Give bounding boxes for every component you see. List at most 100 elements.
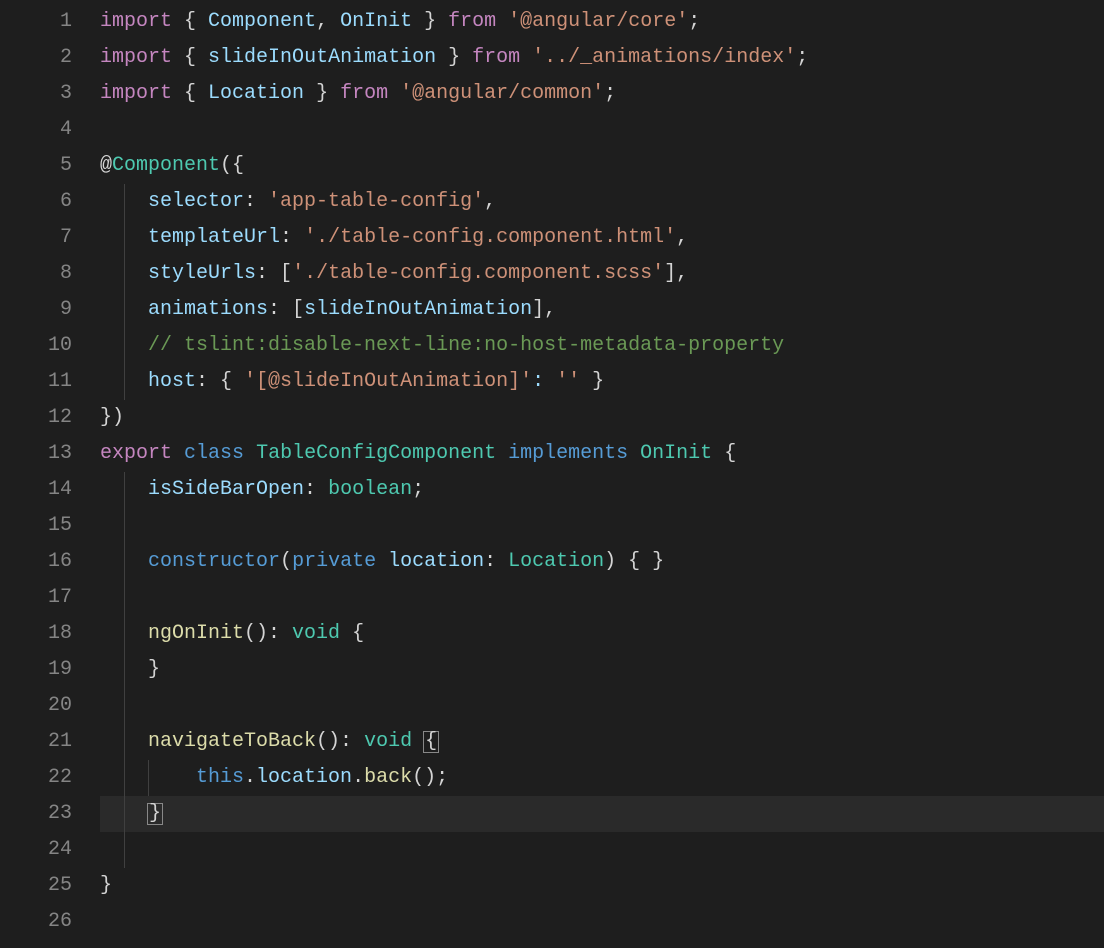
- comment: // tslint:disable-next-line:no-host-meta…: [148, 334, 784, 357]
- keyword-from: from: [340, 82, 388, 105]
- code-line[interactable]: [100, 832, 1104, 868]
- code-line[interactable]: [100, 580, 1104, 616]
- line-number-gutter: 1 2 3 4 5 6 7 8 9 10 11 12 13 14 15 16 1…: [0, 4, 100, 948]
- code-line[interactable]: [100, 508, 1104, 544]
- line-number: 16: [0, 544, 72, 580]
- identifier: slideInOutAnimation: [304, 298, 532, 321]
- keyword-this: this: [196, 766, 244, 789]
- keyword-from: from: [448, 10, 496, 33]
- string-literal: '@angular/core': [508, 10, 688, 33]
- property: animations: [148, 298, 268, 321]
- line-number: 1: [0, 4, 72, 40]
- interface-name: OnInit: [640, 442, 712, 465]
- class-name: TableConfigComponent: [256, 442, 496, 465]
- keyword-export: export: [100, 442, 172, 465]
- identifier: slideInOutAnimation: [208, 46, 436, 69]
- decorator-at: @: [100, 154, 112, 177]
- string-literal: '@angular/common': [400, 82, 604, 105]
- code-editor[interactable]: 1 2 3 4 5 6 7 8 9 10 11 12 13 14 15 16 1…: [0, 0, 1104, 948]
- code-line[interactable]: selector: 'app-table-config',: [100, 184, 1104, 220]
- keyword-import: import: [100, 10, 172, 33]
- string-literal: '': [556, 370, 580, 393]
- code-line[interactable]: host: { '[@slideInOutAnimation]': '' }: [100, 364, 1104, 400]
- code-line[interactable]: navigateToBack(): void {: [100, 724, 1104, 760]
- property: location: [256, 766, 352, 789]
- type: void: [364, 730, 412, 753]
- code-line[interactable]: constructor(private location: Location) …: [100, 544, 1104, 580]
- type: Location: [508, 550, 604, 573]
- property: isSideBarOpen: [148, 478, 304, 501]
- code-line[interactable]: animations: [slideInOutAnimation],: [100, 292, 1104, 328]
- code-line-active[interactable]: }: [100, 796, 1104, 832]
- line-number: 6: [0, 184, 72, 220]
- keyword-private: private: [292, 550, 376, 573]
- line-number: 15: [0, 508, 72, 544]
- code-line[interactable]: }: [100, 652, 1104, 688]
- code-line[interactable]: // tslint:disable-next-line:no-host-meta…: [100, 328, 1104, 364]
- line-number: 14: [0, 472, 72, 508]
- line-number: 23: [0, 796, 72, 832]
- bracket-match-open: {: [423, 731, 439, 753]
- code-line[interactable]: }: [100, 868, 1104, 904]
- code-line[interactable]: import { Component, OnInit } from '@angu…: [100, 4, 1104, 40]
- code-line[interactable]: import { Location } from '@angular/commo…: [100, 76, 1104, 112]
- identifier: OnInit: [340, 10, 412, 33]
- type: void: [292, 622, 340, 645]
- line-number: 7: [0, 220, 72, 256]
- line-number: 21: [0, 724, 72, 760]
- code-line[interactable]: isSideBarOpen: boolean;: [100, 472, 1104, 508]
- line-number: 26: [0, 904, 72, 940]
- code-line[interactable]: templateUrl: './table-config.component.h…: [100, 220, 1104, 256]
- code-line[interactable]: export class TableConfigComponent implem…: [100, 436, 1104, 472]
- keyword-import: import: [100, 82, 172, 105]
- decorator-name: Component: [112, 154, 220, 177]
- type: boolean: [328, 478, 412, 501]
- string-literal: '../_animations/index': [532, 46, 796, 69]
- line-number: 19: [0, 652, 72, 688]
- code-line[interactable]: import { slideInOutAnimation } from '../…: [100, 40, 1104, 76]
- line-number: 25: [0, 868, 72, 904]
- line-number: 13: [0, 436, 72, 472]
- code-line[interactable]: [100, 112, 1104, 148]
- string-literal: 'app-table-config': [268, 190, 484, 213]
- line-number: 5: [0, 148, 72, 184]
- code-line[interactable]: }): [100, 400, 1104, 436]
- code-line[interactable]: [100, 904, 1104, 940]
- line-number: 18: [0, 616, 72, 652]
- string-literal: './table-config.component.scss': [292, 262, 664, 285]
- keyword-class: class: [184, 442, 244, 465]
- identifier: Location: [208, 82, 304, 105]
- code-line[interactable]: this.location.back();: [100, 760, 1104, 796]
- code-line[interactable]: [100, 688, 1104, 724]
- keyword-implements: implements: [508, 442, 628, 465]
- method-name: ngOnInit: [148, 622, 244, 645]
- line-number: 17: [0, 580, 72, 616]
- line-number: 8: [0, 256, 72, 292]
- code-content[interactable]: import { Component, OnInit } from '@angu…: [100, 4, 1104, 948]
- code-line[interactable]: ngOnInit(): void {: [100, 616, 1104, 652]
- identifier: Component: [208, 10, 316, 33]
- line-number: 11: [0, 364, 72, 400]
- line-number: 24: [0, 832, 72, 868]
- line-number: 20: [0, 688, 72, 724]
- line-number: 10: [0, 328, 72, 364]
- code-line[interactable]: styleUrls: ['./table-config.component.sc…: [100, 256, 1104, 292]
- line-number: 22: [0, 760, 72, 796]
- parameter: location: [388, 550, 484, 573]
- property: templateUrl: [148, 226, 280, 249]
- string-literal: './table-config.component.html': [304, 226, 676, 249]
- method-call: back: [364, 766, 412, 789]
- keyword-import: import: [100, 46, 172, 69]
- keyword-constructor: constructor: [148, 550, 280, 573]
- string-literal: '[@slideInOutAnimation]': [244, 370, 532, 393]
- line-number: 4: [0, 112, 72, 148]
- line-number: 3: [0, 76, 72, 112]
- property: host: [148, 370, 196, 393]
- code-line[interactable]: @Component({: [100, 148, 1104, 184]
- method-name: navigateToBack: [148, 730, 316, 753]
- property: styleUrls: [148, 262, 256, 285]
- line-number: 2: [0, 40, 72, 76]
- keyword-from: from: [472, 46, 520, 69]
- line-number: 12: [0, 400, 72, 436]
- property: selector: [148, 190, 244, 213]
